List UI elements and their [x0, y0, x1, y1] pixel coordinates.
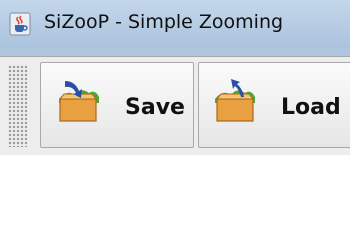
- toolbar-grip-handle[interactable]: [8, 65, 28, 147]
- save-button-label: Save: [125, 95, 185, 120]
- zoom-canvas[interactable]: [0, 155, 350, 240]
- window-frame: [0, 48, 350, 56]
- save-box-icon: [55, 77, 103, 125]
- toolbar: Save Load: [0, 56, 350, 156]
- load-button[interactable]: Load: [198, 62, 350, 148]
- title-bar[interactable]: SiZooP - Simple Zooming: [0, 0, 350, 48]
- window-title: SiZooP - Simple Zooming: [44, 11, 284, 33]
- java-cup-icon[interactable]: [9, 12, 31, 36]
- load-button-label: Load: [281, 95, 341, 120]
- load-box-icon: [211, 77, 259, 125]
- save-button[interactable]: Save: [40, 62, 194, 148]
